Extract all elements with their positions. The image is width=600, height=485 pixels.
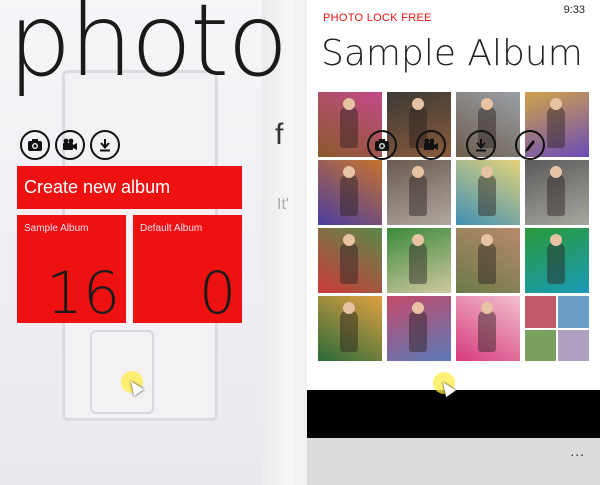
mini-photo bbox=[558, 329, 589, 361]
album-photo-count: 16 bbox=[46, 259, 120, 327]
create-album-label: Create new album bbox=[24, 177, 171, 197]
photo-subject-head bbox=[550, 234, 562, 246]
appbar-edit-button[interactable] bbox=[515, 130, 545, 160]
photo-thumbnail[interactable] bbox=[318, 296, 382, 361]
album-tile-label: Sample Album bbox=[24, 223, 89, 234]
photo-subject-head bbox=[481, 98, 493, 110]
photo-thumbnail[interactable] bbox=[525, 296, 589, 361]
download-icon bbox=[98, 138, 112, 152]
photo-subject-head bbox=[481, 302, 493, 314]
photo-subject bbox=[340, 106, 358, 148]
photo-subject bbox=[547, 242, 565, 284]
photo-subject bbox=[478, 242, 496, 284]
photo-subject bbox=[340, 242, 358, 284]
photo-thumbnail[interactable] bbox=[456, 296, 520, 361]
photo-subject bbox=[409, 310, 427, 352]
photo-subject-head bbox=[412, 166, 424, 178]
next-section-title-peek[interactable]: f bbox=[275, 118, 283, 152]
photo-subject bbox=[409, 242, 427, 284]
download-icon bbox=[474, 138, 488, 152]
page-title: Sample Album bbox=[321, 33, 583, 74]
mini-photo bbox=[525, 296, 556, 328]
import-button[interactable] bbox=[90, 130, 120, 160]
photo-subject-head bbox=[343, 98, 355, 110]
photo-thumbnail[interactable] bbox=[387, 296, 451, 361]
photo-subject bbox=[340, 310, 358, 352]
album-tile-sample[interactable]: Sample Album 16 bbox=[17, 215, 126, 327]
photo-subject-head bbox=[481, 166, 493, 178]
photo-grid bbox=[318, 92, 598, 361]
video-camera-icon bbox=[62, 138, 78, 152]
app-bar bbox=[307, 438, 600, 485]
photo-subject-head bbox=[481, 234, 493, 246]
video-camera-icon bbox=[423, 138, 439, 152]
more-options-button[interactable]: ... bbox=[570, 443, 585, 459]
photo-subject-head bbox=[343, 302, 355, 314]
mini-photo bbox=[558, 296, 589, 328]
photo-subject-head bbox=[343, 234, 355, 246]
camera-button[interactable] bbox=[20, 130, 50, 160]
photo-thumbnail[interactable] bbox=[318, 160, 382, 225]
photo-subject bbox=[547, 174, 565, 216]
album-tile-label: Default Album bbox=[140, 223, 203, 234]
next-section-subtitle-peek: It' bbox=[277, 196, 289, 213]
video-button[interactable] bbox=[55, 130, 85, 160]
photo-subject bbox=[478, 310, 496, 352]
photo-subject-head bbox=[412, 234, 424, 246]
appbar-camera-button[interactable] bbox=[367, 130, 397, 160]
album-tile-default[interactable]: Default Album 0 bbox=[133, 215, 242, 327]
background-door-detail bbox=[90, 330, 154, 414]
app-name: PHOTO LOCK FREE bbox=[323, 12, 432, 24]
photo-thumbnail[interactable] bbox=[318, 228, 382, 293]
photo-subject-head bbox=[550, 98, 562, 110]
album-photo-count: 0 bbox=[199, 259, 236, 327]
photo-subject-head bbox=[412, 302, 424, 314]
create-album-tile[interactable]: Create new album bbox=[17, 166, 242, 209]
camera-icon bbox=[27, 138, 43, 152]
photo-subject bbox=[547, 106, 565, 148]
album-detail-screen: PHOTO LOCK FREE 9:33 Sample Album ... bbox=[307, 0, 600, 485]
mini-photo bbox=[525, 329, 556, 361]
photo-subject bbox=[409, 174, 427, 216]
camera-icon bbox=[374, 138, 390, 152]
photo-thumbnail[interactable] bbox=[525, 228, 589, 293]
photo-thumbnail[interactable] bbox=[456, 160, 520, 225]
photo-subject-head bbox=[343, 166, 355, 178]
album-list-screen: photo f It' Create new album Sample Albu… bbox=[0, 0, 293, 485]
photo-subject-head bbox=[412, 98, 424, 110]
panorama-title: photo bbox=[8, 0, 288, 99]
black-placeholder-area bbox=[307, 390, 600, 438]
appbar-video-button[interactable] bbox=[416, 130, 446, 160]
photo-subject bbox=[478, 174, 496, 216]
photo-thumbnail[interactable] bbox=[525, 160, 589, 225]
edit-icon bbox=[523, 138, 537, 152]
photo-thumbnail[interactable] bbox=[456, 228, 520, 293]
photo-thumbnail[interactable] bbox=[387, 228, 451, 293]
photo-thumbnail[interactable] bbox=[387, 160, 451, 225]
photo-subject-head bbox=[550, 166, 562, 178]
photo-subject bbox=[340, 174, 358, 216]
status-clock: 9:33 bbox=[563, 4, 585, 16]
appbar-import-button[interactable] bbox=[466, 130, 496, 160]
